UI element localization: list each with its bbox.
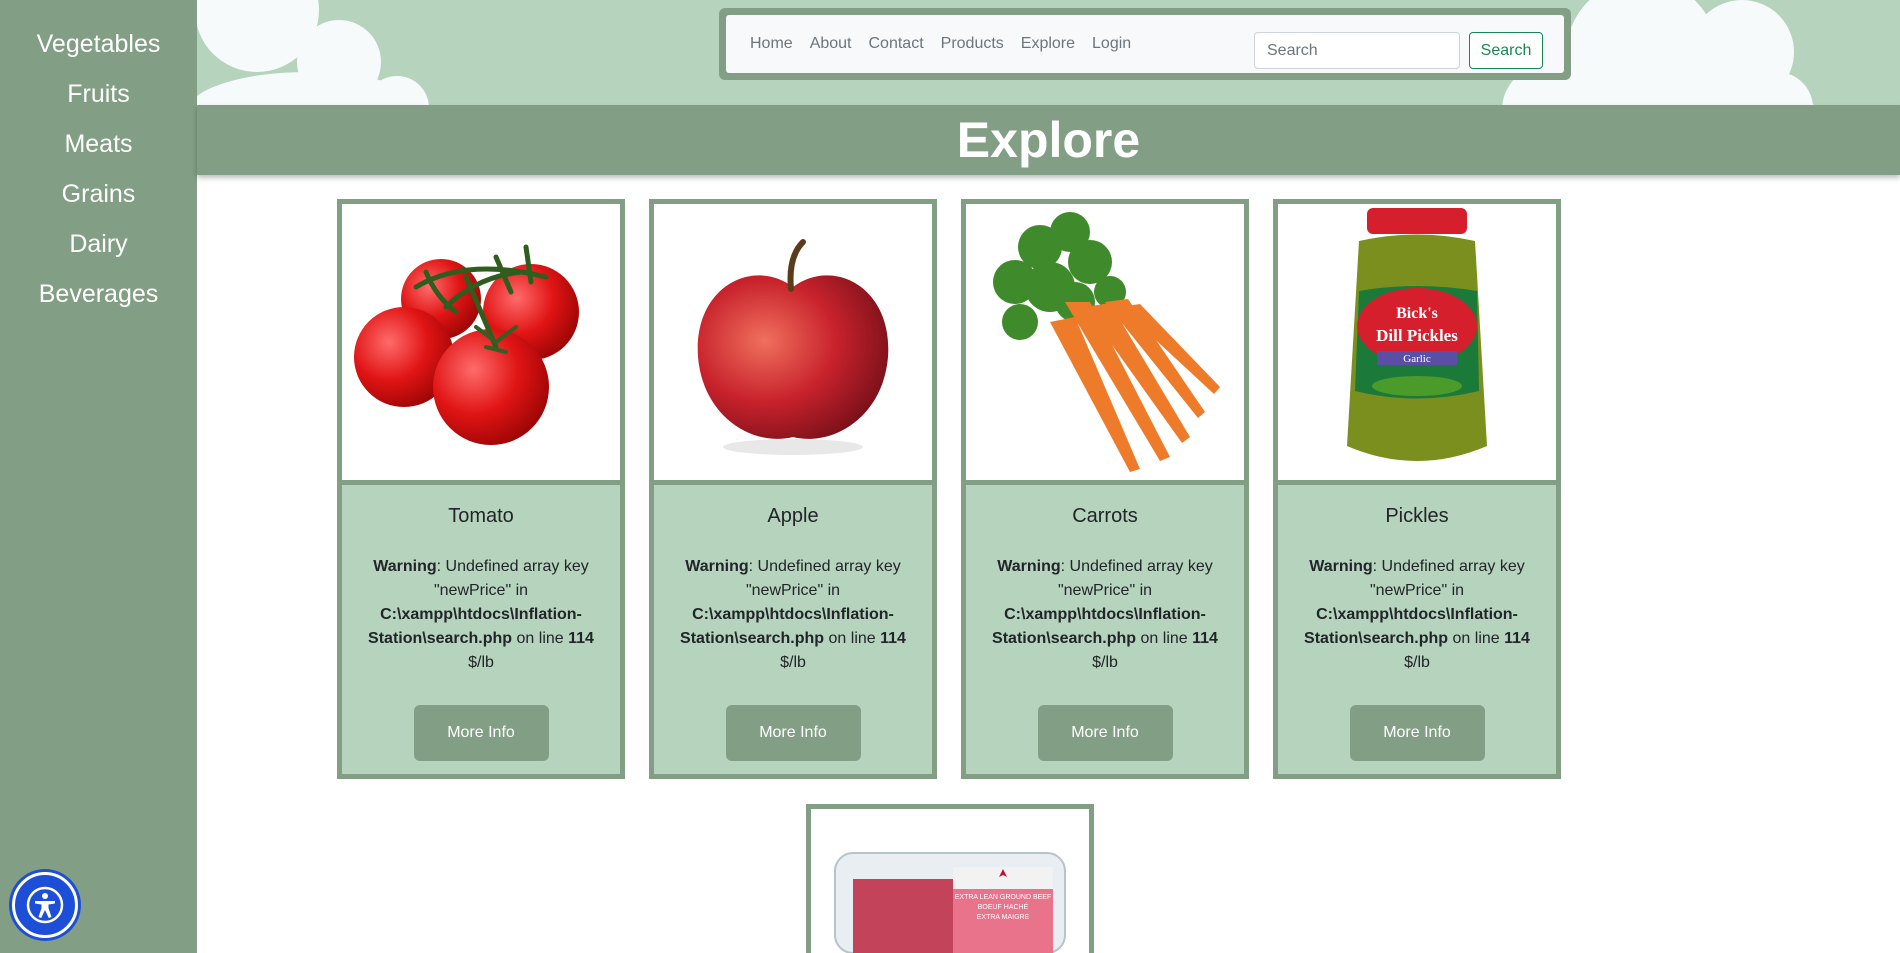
accessibility-button[interactable] (12, 872, 78, 938)
product-name: Carrots (1072, 505, 1138, 527)
price-unit: $/lb (1092, 654, 1118, 671)
nav-link-about[interactable]: About (810, 35, 852, 53)
page-title: Explore (197, 105, 1900, 175)
product-card-tomato: Tomato Warning: Undefined array key "new… (337, 199, 625, 779)
price-unit: $/lb (468, 654, 494, 671)
product-image-tomato (342, 204, 620, 485)
sidebar-item-fruits[interactable]: Fruits (0, 74, 197, 124)
search-input[interactable] (1254, 32, 1460, 69)
product-price-warning: Warning: Undefined array key "newPrice" … (680, 558, 906, 671)
sidebar-item-dairy[interactable]: Dairy (0, 224, 197, 274)
product-image-carrots (966, 204, 1244, 485)
sidebar-item-vegetables[interactable]: Vegetables (0, 24, 197, 74)
category-list: Vegetables Fruits Meats Grains Dairy Bev… (0, 0, 197, 324)
navbar: Home About Contact Products Explore Logi… (719, 8, 1571, 80)
navbar-inner: Home About Contact Products Explore Logi… (726, 15, 1564, 73)
category-sidebar: Vegetables Fruits Meats Grains Dairy Bev… (0, 0, 197, 953)
product-name: Pickles (1385, 505, 1449, 527)
product-name: Tomato (448, 505, 514, 527)
product-price-warning: Warning: Undefined array key "newPrice" … (1304, 558, 1530, 671)
product-image-pickles: Bick's Dill Pickles Garlic (1278, 204, 1556, 485)
nav-link-explore[interactable]: Explore (1021, 35, 1075, 53)
header-band: Home About Contact Products Explore Logi… (197, 0, 1900, 105)
sidebar-item-beverages[interactable]: Beverages (0, 274, 197, 324)
pickle-jar-brand: Bick's (1396, 305, 1438, 322)
price-unit: $/lb (1404, 654, 1430, 671)
meat-label-line1: EXTRA LEAN GROUND BEEF (955, 894, 1051, 901)
more-info-button[interactable]: More Info (1037, 705, 1173, 761)
more-info-button[interactable]: More Info (725, 705, 861, 761)
search-button[interactable]: Search (1469, 32, 1543, 69)
price-unit: $/lb (780, 654, 806, 671)
pickle-jar-product: Dill Pickles (1376, 326, 1458, 345)
meat-label-line2: BOEUF HACHÉ (978, 902, 1029, 911)
nav-link-products[interactable]: Products (941, 35, 1004, 53)
product-price-warning: Warning: Undefined array key "newPrice" … (368, 558, 594, 671)
product-card-ground-beef: EXTRA LEAN GROUND BEEF BOEUF HACHÉ EXTRA… (806, 804, 1094, 953)
nav-link-contact[interactable]: Contact (869, 35, 924, 53)
sidebar-item-meats[interactable]: Meats (0, 124, 197, 174)
nav-link-login[interactable]: Login (1092, 35, 1131, 53)
product-price-warning: Warning: Undefined array key "newPrice" … (992, 558, 1218, 671)
sidebar-item-grains[interactable]: Grains (0, 174, 197, 224)
meat-label-line3: EXTRA MAIGRE (977, 914, 1030, 921)
pickle-jar-variant: Garlic (1403, 353, 1431, 365)
more-info-button[interactable]: More Info (1349, 705, 1485, 761)
accessibility-icon (26, 886, 64, 924)
nav-links: Home About Contact Products Explore Logi… (750, 15, 1148, 73)
nav-link-home[interactable]: Home (750, 35, 793, 53)
product-name: Apple (767, 505, 819, 527)
more-info-button[interactable]: More Info (413, 705, 549, 761)
product-card-pickles: Bick's Dill Pickles Garlic Pickles Warni… (1273, 199, 1561, 779)
product-card-apple: Apple Warning: Undefined array key "newP… (649, 199, 937, 779)
product-image-ground-beef: EXTRA LEAN GROUND BEEF BOEUF HACHÉ EXTRA… (811, 809, 1089, 953)
product-image-apple (654, 204, 932, 485)
product-card-carrots: Carrots Warning: Undefined array key "ne… (961, 199, 1249, 779)
